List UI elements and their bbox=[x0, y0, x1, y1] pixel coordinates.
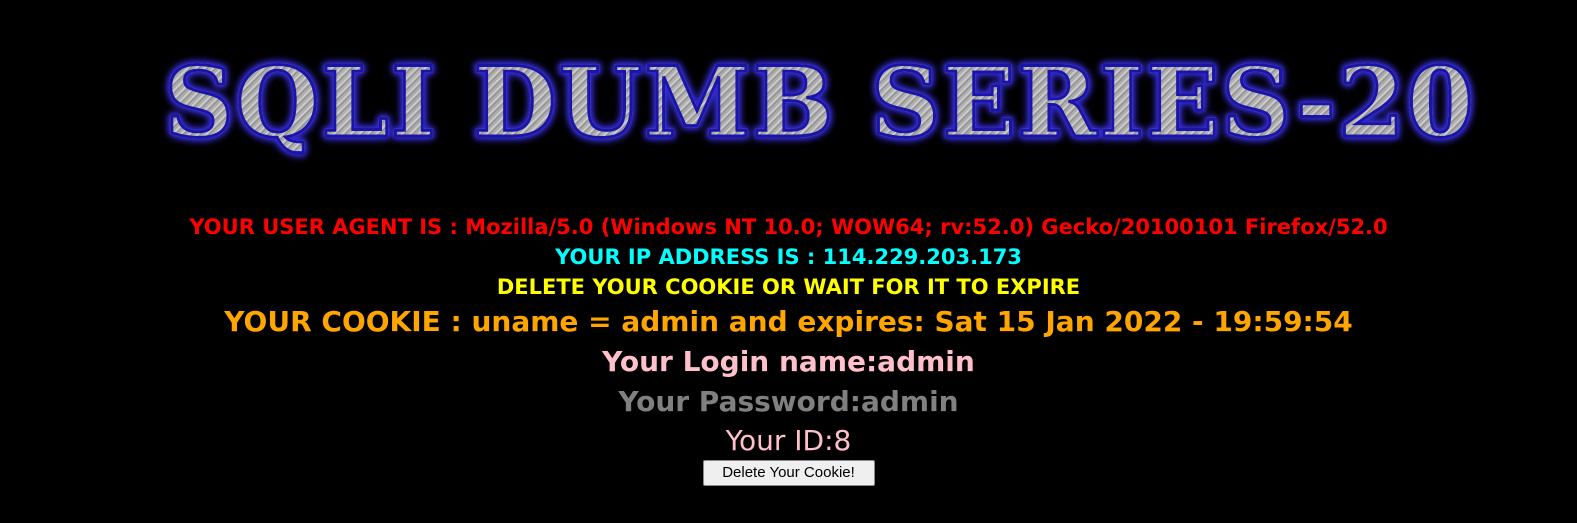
button-row: Delete Your Cookie! bbox=[0, 460, 1577, 486]
login-name-text: Your Login name:admin bbox=[602, 345, 975, 378]
banner-title: SQLI DUMB SERIES-20 bbox=[163, 46, 1476, 159]
page: SQLI DUMB SERIES-20 YOUR USER AGENT IS :… bbox=[0, 0, 1577, 523]
info-panel: YOUR USER AGENT IS : Mozilla/5.0 (Window… bbox=[0, 212, 1577, 486]
delete-notice-text: DELETE YOUR COOKIE OR WAIT FOR IT TO EXP… bbox=[496, 275, 1081, 299]
cookie-text: YOUR COOKIE : uname = admin and expires:… bbox=[224, 305, 1353, 338]
user-agent-text: YOUR USER AGENT IS : Mozilla/5.0 (Window… bbox=[189, 215, 1388, 239]
ip-address-text: YOUR IP ADDRESS IS : 114.229.203.173 bbox=[555, 245, 1022, 269]
password-text: Your Password:admin bbox=[618, 385, 959, 418]
user-id-text: Your ID:8 bbox=[725, 424, 852, 457]
banner: SQLI DUMB SERIES-20 bbox=[105, 38, 1535, 168]
delete-cookie-button[interactable]: Delete Your Cookie! bbox=[702, 460, 875, 486]
